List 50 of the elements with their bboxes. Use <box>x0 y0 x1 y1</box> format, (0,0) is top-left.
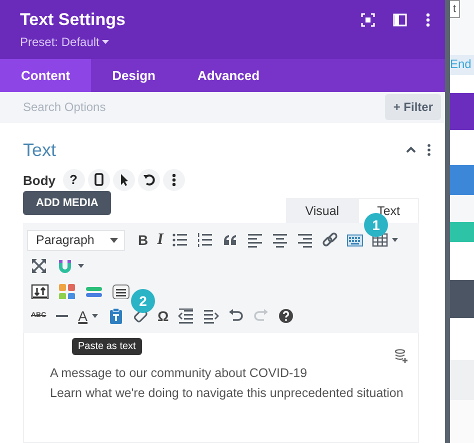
italic-button[interactable]: I <box>157 232 164 248</box>
content-text: A message to our community about COVID-19 <box>50 365 308 382</box>
more-options-icon[interactable] <box>427 144 431 156</box>
section-title: Text <box>23 140 56 160</box>
help-button[interactable]: ? <box>62 169 84 191</box>
add-layers-icon[interactable] <box>394 349 408 363</box>
align-left-icon[interactable] <box>247 232 264 248</box>
quote-icon[interactable] <box>222 232 238 248</box>
indent-icon[interactable] <box>202 308 219 324</box>
search-field[interactable]: Search Options <box>23 100 173 114</box>
content-text: Learn what we're doing to navigate this unprecedented situation <box>50 385 404 402</box>
text-color-button[interactable]: A <box>78 308 88 324</box>
caret-icon[interactable] <box>102 40 110 44</box>
caret-icon[interactable] <box>110 238 118 242</box>
filter-button[interactable]: + Filter <box>385 94 441 120</box>
magnet-icon[interactable] <box>56 258 74 274</box>
tab[interactable]: Design <box>91 58 176 92</box>
more-options-icon[interactable] <box>162 169 184 191</box>
tooltip: Paste as text <box>72 338 142 355</box>
mobile-icon[interactable] <box>88 169 110 191</box>
paste-text-icon[interactable] <box>108 308 124 324</box>
table-icon[interactable] <box>372 232 388 248</box>
more-options-icon[interactable] <box>425 13 431 27</box>
link-icon[interactable] <box>322 232 338 248</box>
keyboard-icon[interactable] <box>347 232 364 248</box>
sort-icon[interactable] <box>31 282 49 299</box>
add-media-button[interactable]: ADD MEDIA <box>23 191 112 215</box>
fullscreen-icon[interactable] <box>31 258 47 274</box>
focus-icon[interactable] <box>361 13 375 27</box>
reset-icon[interactable] <box>138 169 160 191</box>
tab[interactable]: Content <box>0 58 92 92</box>
bullet-list-icon[interactable] <box>172 232 188 248</box>
field-label: Body <box>23 172 56 188</box>
preset-dropdown[interactable]: Preset: Default <box>20 35 110 49</box>
help-icon[interactable] <box>278 308 294 324</box>
split-view-icon[interactable] <box>393 13 407 27</box>
color-grid-icon[interactable] <box>58 282 76 299</box>
numbered-list-icon[interactable] <box>197 232 214 248</box>
align-right-icon[interactable] <box>297 232 314 248</box>
cursor-icon[interactable] <box>112 169 134 191</box>
tab[interactable]: Advanced <box>176 58 281 92</box>
bold-button[interactable]: B <box>138 232 148 248</box>
align-center-icon[interactable] <box>272 232 288 248</box>
special-character-button[interactable]: Ω <box>158 308 169 324</box>
edit-button[interactable]: t <box>450 0 460 18</box>
list-box-icon[interactable] <box>112 282 130 299</box>
panel-title: Text Settings <box>20 10 126 30</box>
outdent-icon[interactable] <box>178 308 194 324</box>
format-dropdown[interactable]: Paragraph <box>27 230 125 250</box>
editor-tab[interactable]: Visual <box>286 198 358 223</box>
